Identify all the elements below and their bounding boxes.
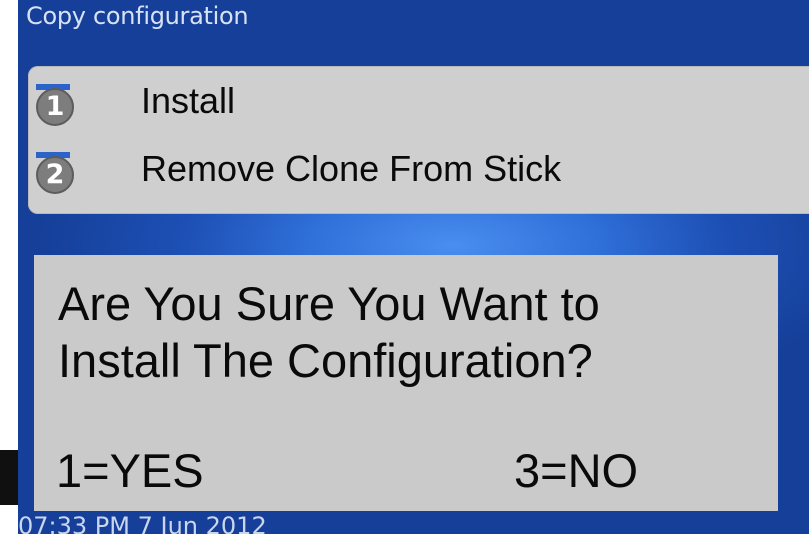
datetime-status: 07:33 PM 7 Jun 2012 — [18, 512, 267, 534]
confirm-question: Are You Sure You Want to Install The Con… — [58, 275, 778, 389]
menu-item-install[interactable]: 1 Install — [28, 72, 808, 132]
confirm-dialog: Are You Sure You Want to Install The Con… — [34, 255, 778, 511]
question-line-2: Install The Configuration? — [58, 334, 593, 387]
number-2-icon: 2 — [36, 152, 78, 194]
menu-item-label: Remove Clone From Stick — [141, 148, 562, 189]
menu-item-number: 1 — [36, 88, 74, 126]
no-option[interactable]: 3=NO — [514, 443, 638, 498]
number-1-icon: 1 — [36, 84, 78, 126]
menu-item-remove-clone[interactable]: 2 Remove Clone From Stick — [28, 140, 808, 200]
menu-item-number: 2 — [36, 156, 74, 194]
display-bezel-edge — [0, 450, 18, 505]
device-display: Copy configuration 1 Install 2 Remove Cl… — [0, 0, 809, 534]
question-line-1: Are You Sure You Want to — [58, 277, 600, 330]
screen: Copy configuration 1 Install 2 Remove Cl… — [18, 0, 809, 534]
menu-panel: 1 Install 2 Remove Clone From Stick — [28, 66, 809, 214]
yes-option[interactable]: 1=YES — [56, 443, 204, 498]
screen-title: Copy configuration — [26, 2, 249, 30]
menu-item-label: Install — [141, 80, 236, 121]
